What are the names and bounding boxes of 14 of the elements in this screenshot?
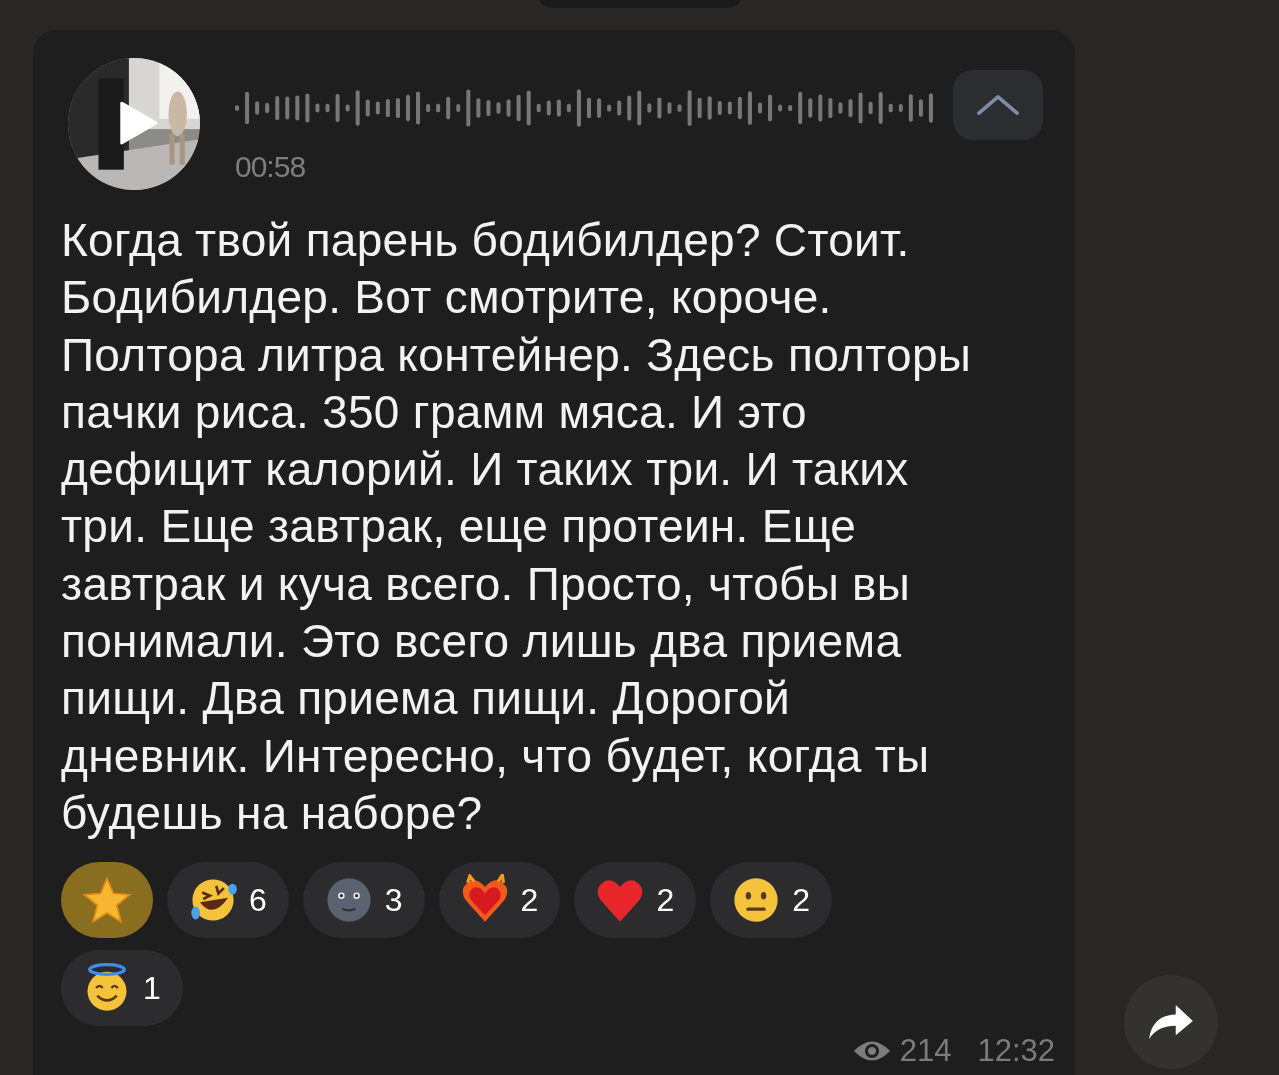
duration-label: 00:58 xyxy=(235,150,307,184)
chevron-up-icon xyxy=(976,94,1020,116)
reaction-button[interactable]: 6 xyxy=(167,862,289,939)
collapse-button[interactable] xyxy=(953,70,1043,140)
forward-arrow-icon xyxy=(1147,1003,1195,1041)
reaction-button[interactable]: 3 xyxy=(302,862,425,939)
reaction-button[interactable]: 2 xyxy=(710,862,832,939)
play-icon[interactable] xyxy=(118,100,158,146)
message-time: 12:32 xyxy=(977,1033,1055,1069)
transcript-text: Когда твой парень бодибилдер? Стоит. Бодибилдер. Вот смотрите, короче. Полтора литра контейнер. Здесь полторы пачки риса. 350 грамм мяса. И это дефицит калорий. И таких три. И таких три. Еще завтрак, еще протеин. Еще завтрак и куча всего. Просто, чтобы вы понимали. Это всего лишь два приема пищи. Два приема пищи. Дорогой дневник. Интересно, что будет, когда ты будешь на наборе? xyxy=(61,213,973,841)
reaction-button[interactable]: 2 xyxy=(574,862,697,939)
reaction-button[interactable]: 1 xyxy=(61,950,183,1027)
reaction-button[interactable]: 2 xyxy=(438,862,561,939)
view-count: 214 xyxy=(899,1033,952,1069)
